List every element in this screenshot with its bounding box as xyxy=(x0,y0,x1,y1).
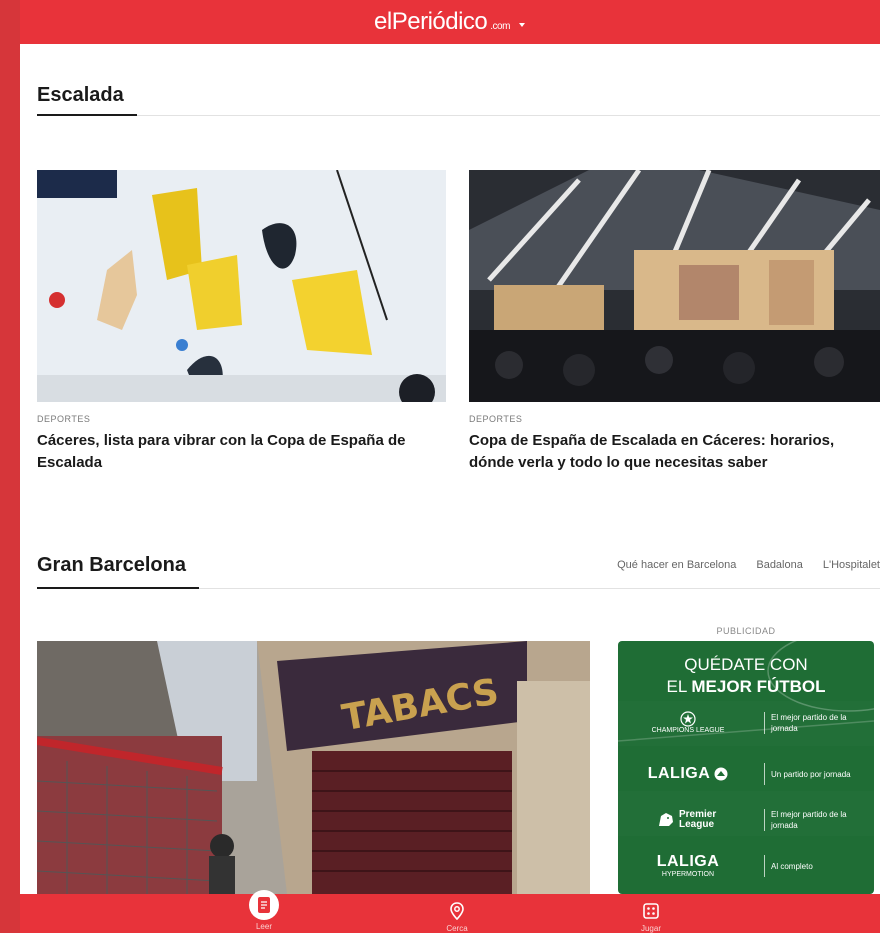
star-ball-icon xyxy=(680,711,696,727)
article-image[interactable] xyxy=(37,170,446,402)
logo-domain: .com xyxy=(490,21,510,32)
ad-row: LALIGA HYPERMOTION Al completo xyxy=(618,853,874,879)
tab-label: Cerca xyxy=(446,924,468,933)
section-sublinks: Qué hacer en Barcelona Badalona L'Hospit… xyxy=(617,559,880,571)
divider xyxy=(764,763,765,785)
sublink[interactable]: Qué hacer en Barcelona xyxy=(617,559,736,571)
badge-icon xyxy=(714,767,728,781)
article-card[interactable]: DEPORTES Cáceres, lista para vibrar con … xyxy=(37,170,446,474)
article-kicker[interactable]: DEPORTES xyxy=(469,414,880,424)
ad-label: PUBLICIDAD xyxy=(716,626,776,636)
ad-row: Premier League El mejor partido de la jo… xyxy=(618,809,874,831)
article-image[interactable] xyxy=(469,170,880,402)
lion-icon xyxy=(659,813,673,826)
article-kicker[interactable]: DEPORTES xyxy=(37,414,446,424)
article-headline[interactable]: Cáceres, lista para vibrar con la Copa d… xyxy=(37,430,446,474)
champions-league-logo: CHAMPIONS LEAGUE xyxy=(618,711,758,735)
article-headline[interactable]: Copa de España de Escalada en Cáceres: h… xyxy=(469,430,880,474)
section-underline xyxy=(37,114,137,116)
laliga-hypermotion-logo: LALIGA HYPERMOTION xyxy=(656,853,720,878)
bottom-tab-bar: Leer Cerca Jugar xyxy=(20,890,880,933)
location-pin-icon xyxy=(446,900,468,922)
advertisement[interactable]: QUÉDATE CON EL MEJOR FÚTBOL CHAMPIONS LE… xyxy=(618,641,874,894)
article-card[interactable]: DEPORTES Copa de España de Escalada en C… xyxy=(469,170,880,474)
ad-headline: QUÉDATE CON xyxy=(684,655,808,674)
section-divider xyxy=(37,115,880,116)
ad-row-desc: Al completo xyxy=(771,861,813,871)
tab-label: Jugar xyxy=(640,924,661,933)
site-logo[interactable]: elPeriódico .com xyxy=(374,8,526,36)
divider xyxy=(764,712,765,734)
chevron-down-icon[interactable] xyxy=(518,21,526,29)
ad-headline: EL MEJOR FÚTBOL xyxy=(666,677,826,696)
ad-row-desc: Un partido por jornada xyxy=(771,769,851,779)
divider xyxy=(764,855,765,877)
ad-row: LALIGA Un partido por jornada xyxy=(618,763,874,785)
divider xyxy=(764,809,765,831)
ad-row: CHAMPIONS LEAGUE El mejor partido de la … xyxy=(618,711,874,735)
laliga-logo: LALIGA xyxy=(618,765,758,783)
tab-label: Leer xyxy=(255,922,272,931)
main-content: Escalada DEPORTES Cáceres, lista para vi… xyxy=(20,44,880,894)
dice-icon xyxy=(640,900,662,922)
tab-jugar[interactable]: Jugar xyxy=(621,894,681,933)
logo-text: elPeriódico xyxy=(374,8,488,35)
ad-row-desc: El mejor partido de la jornada xyxy=(771,713,847,733)
tab-cerca[interactable]: Cerca xyxy=(427,894,487,933)
section-title[interactable]: Escalada xyxy=(37,84,880,107)
document-icon xyxy=(249,890,279,920)
article-card[interactable]: TABACS xyxy=(37,641,590,894)
sublink[interactable]: L'Hospitalet xyxy=(823,559,880,571)
section-underline xyxy=(37,587,199,589)
article-image[interactable]: TABACS xyxy=(37,641,590,894)
sublink[interactable]: Badalona xyxy=(756,559,803,571)
app-header: elPeriódico .com xyxy=(20,0,880,44)
premier-league-logo: Premier League xyxy=(618,810,758,830)
ad-row-desc: El mejor partido de la jornada xyxy=(771,810,847,830)
section-header-escalada: Escalada xyxy=(37,84,880,120)
tab-leer[interactable]: Leer xyxy=(234,890,294,933)
